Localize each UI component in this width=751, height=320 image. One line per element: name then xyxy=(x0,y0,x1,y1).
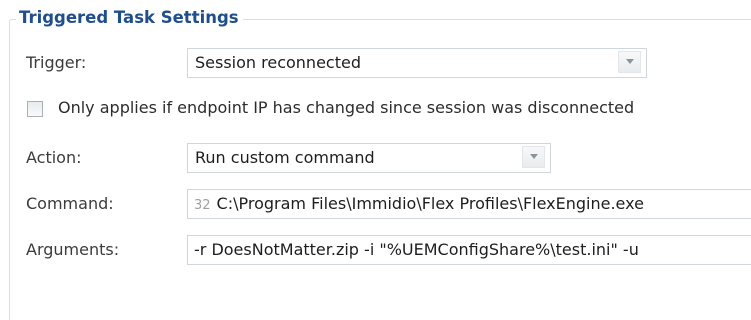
trigger-dropdown[interactable]: Session reconnected xyxy=(187,48,647,78)
trigger-label: Trigger: xyxy=(26,53,87,72)
arguments-value: -r DoesNotMatter.zip -i "%UEMConfigShare… xyxy=(194,240,639,259)
action-selected-value: Run custom command xyxy=(195,148,375,167)
arguments-input[interactable]: -r DoesNotMatter.zip -i "%UEMConfigShare… xyxy=(187,235,751,265)
arguments-label: Arguments: xyxy=(26,240,120,259)
command-label: Command: xyxy=(26,194,114,213)
action-dropdown-button[interactable] xyxy=(522,146,545,168)
only-if-ip-changed-label[interactable]: Only applies if endpoint IP has changed … xyxy=(58,98,634,118)
trigger-dropdown-button[interactable] xyxy=(618,51,641,73)
group-title: Triggered Task Settings xyxy=(16,7,243,29)
command-input[interactable]: 32 C:\Program Files\Immidio\Flex Profiles… xyxy=(187,189,751,219)
trigger-selected-value: Session reconnected xyxy=(195,53,361,72)
bitness-badge: 32 xyxy=(194,198,211,213)
chevron-down-icon xyxy=(626,59,634,64)
action-dropdown[interactable]: Run custom command xyxy=(187,143,551,173)
action-label: Action: xyxy=(26,148,82,167)
chevron-down-icon xyxy=(530,154,538,159)
command-value: C:\Program Files\Immidio\Flex Profiles\F… xyxy=(216,194,644,213)
only-if-ip-changed-checkbox[interactable] xyxy=(27,101,43,117)
